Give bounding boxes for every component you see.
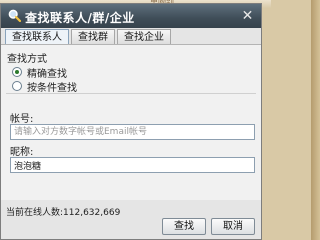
section-divider <box>6 93 256 94</box>
account-input[interactable] <box>10 124 255 140</box>
title-bar[interactable]: 查找联系人/群/企业 ✕ <box>1 4 261 28</box>
tab-find-enterprise[interactable]: 查找企业 <box>117 29 171 45</box>
nickname-input[interactable] <box>10 157 255 173</box>
tab-bar: 查找联系人 查找群 查找企业 <box>5 29 173 45</box>
close-button[interactable]: ✕ <box>240 8 255 23</box>
background-window-edge <box>311 0 320 240</box>
search-panel: 查找方式 精确查找 按条件查找 帐号: 昵称: <box>1 45 261 200</box>
dialog-title: 查找联系人/群/企业 <box>25 11 135 25</box>
search-button[interactable]: 查找 <box>162 218 206 235</box>
radio-exact-search[interactable]: 精确查找 <box>12 65 67 80</box>
find-contact-dialog: 查找联系人/群/企业 ✕ 查找联系人 查找群 查找企业 查找方式 精确查找 按条… <box>0 3 262 240</box>
radio-conditional-search-label: 按条件查找 <box>27 82 77 94</box>
account-label: 帐号: <box>10 114 34 125</box>
search-icon <box>8 9 21 22</box>
cancel-button[interactable]: 取消 <box>211 218 255 235</box>
radio-button-unselected[interactable] <box>12 81 22 91</box>
radio-exact-search-label: 精确查找 <box>27 68 67 80</box>
tab-find-contact[interactable]: 查找联系人 <box>5 29 69 45</box>
online-count-status: 当前在线人数:112,632,669 <box>6 208 121 218</box>
search-mode-label: 查找方式 <box>7 54 47 65</box>
radio-button-selected[interactable] <box>12 67 22 77</box>
tab-find-group[interactable]: 查找群 <box>71 29 115 45</box>
radio-conditional-search[interactable]: 按条件查找 <box>12 79 77 94</box>
radio-dot-icon <box>15 70 19 74</box>
nickname-label: 昵称: <box>10 147 34 158</box>
